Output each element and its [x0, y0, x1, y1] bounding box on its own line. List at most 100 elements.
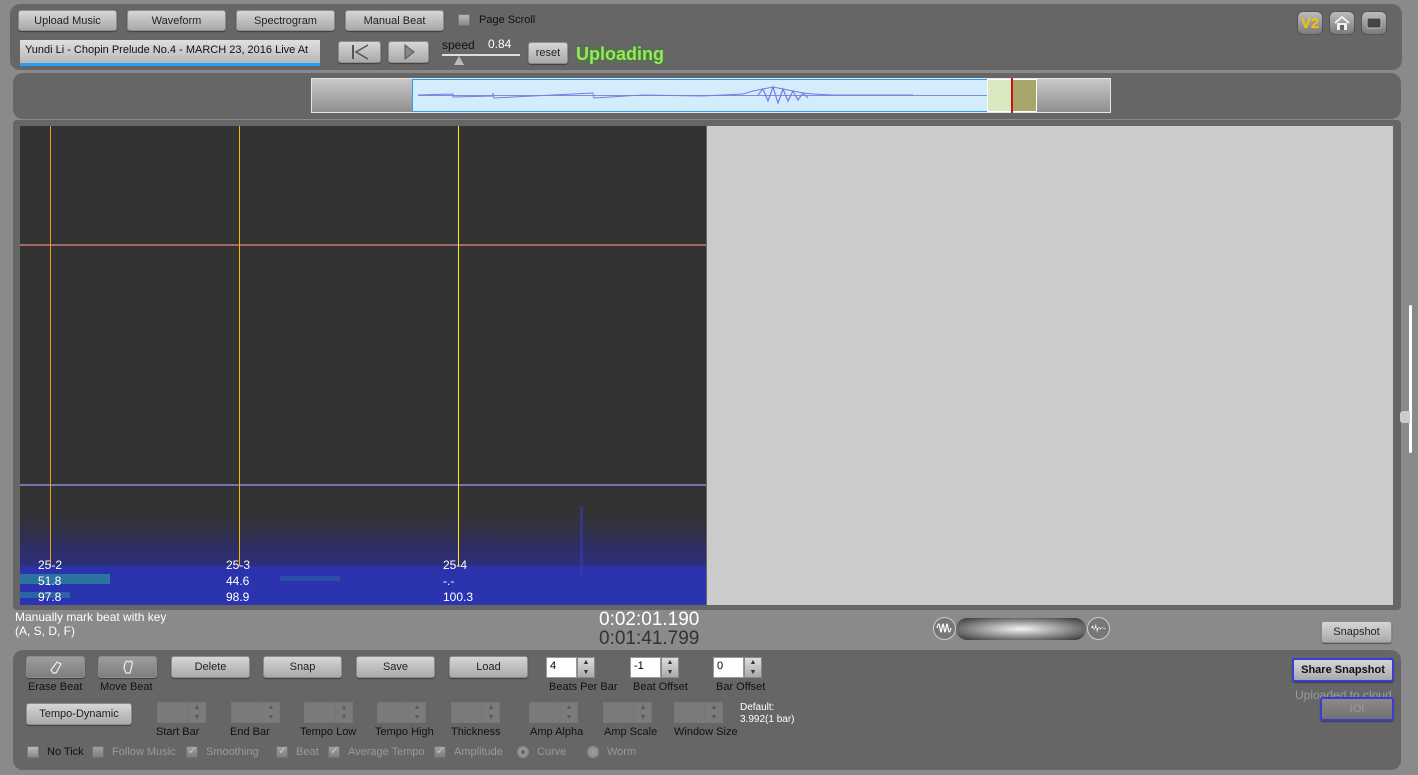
page-scroll-checkbox[interactable]: [458, 14, 470, 26]
waveform-button[interactable]: Waveform: [127, 10, 226, 31]
bar-offset-arrows[interactable]: ▲ ▼: [744, 657, 762, 678]
tempo-low-arrows[interactable]: ▲ ▼: [335, 702, 353, 723]
overview-waveform[interactable]: [311, 78, 1111, 113]
default-label: Default:: [740, 702, 775, 713]
start-bar-arrows[interactable]: ▲ ▼: [188, 702, 206, 723]
waveform-mode-icon[interactable]: [933, 617, 956, 640]
amp-scale-input[interactable]: [603, 702, 634, 723]
amp-alpha-label: Amp Alpha: [530, 726, 584, 738]
tempo-high-input[interactable]: [377, 702, 408, 723]
beats-per-bar-arrows[interactable]: ▲ ▼: [577, 657, 595, 678]
view-mix-slider[interactable]: [933, 617, 1111, 641]
end-bar-input[interactable]: [231, 702, 262, 723]
thickness-input[interactable]: [451, 702, 482, 723]
spectrogram-view[interactable]: 25-2 51.8 97.8 25-3 44.6 98.9 25-4 -.- 1…: [20, 126, 706, 605]
tempo-dynamic-button[interactable]: Tempo-Dynamic: [26, 703, 132, 725]
home-button[interactable]: [1329, 11, 1355, 35]
track-title-field[interactable]: Yundi Li - Chopin Prelude No.4 - MARCH 2…: [20, 40, 320, 66]
beat-info-label: 25-2 51.8 97.8: [38, 557, 62, 605]
speed-slider-thumb[interactable]: [454, 56, 464, 65]
page-scrollbar[interactable]: [1409, 305, 1412, 453]
share-snapshot-button[interactable]: Share Snapshot: [1292, 658, 1394, 682]
average-tempo-label: Average Tempo: [348, 746, 425, 758]
rewind-to-start-button[interactable]: [338, 41, 381, 63]
beat-marker-line[interactable]: [50, 126, 51, 566]
beat-id: 25-3: [226, 558, 251, 572]
worm-radio[interactable]: [587, 746, 599, 758]
beat-marker-line[interactable]: [239, 126, 240, 566]
amp-scale-stepper[interactable]: ▲ ▼: [603, 702, 652, 723]
window-size-stepper[interactable]: ▲ ▼: [674, 702, 723, 723]
spectrum-mode-icon[interactable]: [1087, 617, 1110, 640]
overview-loop-region-b[interactable]: [1012, 79, 1037, 112]
follow-music-checkbox[interactable]: [92, 746, 104, 758]
bar-offset-input[interactable]: 0: [713, 657, 744, 678]
beats-per-bar-stepper[interactable]: 4 ▲ ▼: [546, 657, 595, 678]
window-size-label: Window Size: [674, 726, 738, 738]
beat-marker-line[interactable]: [458, 126, 459, 566]
tempo-low-stepper[interactable]: ▲ ▼: [304, 702, 353, 723]
overview-visible-window[interactable]: [412, 79, 988, 112]
end-bar-label: End Bar: [230, 726, 270, 738]
manual-beat-button[interactable]: Manual Beat: [345, 10, 444, 31]
page-scroll-label: Page Scroll: [479, 14, 536, 26]
average-tempo-checkbox[interactable]: [328, 744, 340, 758]
skip-back-icon: [351, 44, 368, 60]
window-size-arrows[interactable]: ▲ ▼: [705, 702, 723, 723]
delete-button[interactable]: Delete: [171, 656, 250, 678]
snapshot-button[interactable]: Snapshot: [1321, 621, 1392, 643]
thickness-stepper[interactable]: ▲ ▼: [451, 702, 500, 723]
beats-per-bar-input[interactable]: 4: [546, 657, 577, 678]
play-button[interactable]: [388, 41, 429, 63]
amp-alpha-arrows[interactable]: ▲ ▼: [560, 702, 578, 723]
end-bar-stepper[interactable]: ▲ ▼: [231, 702, 280, 723]
tempo-high-arrows[interactable]: ▲ ▼: [408, 702, 426, 723]
no-tick-label: No Tick: [47, 746, 84, 758]
load-button[interactable]: Load: [449, 656, 528, 678]
move-beat-button[interactable]: [98, 656, 157, 678]
amp-alpha-stepper[interactable]: ▲ ▼: [529, 702, 578, 723]
version-v2-button[interactable]: V2: [1297, 11, 1323, 35]
visualization-canvas[interactable]: [707, 126, 1393, 605]
beat-offset-arrows[interactable]: ▲ ▼: [661, 657, 679, 678]
hand-icon: [122, 660, 133, 674]
speed-reset-button[interactable]: reset: [528, 42, 568, 64]
tempo-high-label: Tempo High: [375, 726, 434, 738]
end-bar-arrows[interactable]: ▲ ▼: [262, 702, 280, 723]
amplitude-label: Amplitude: [454, 746, 503, 758]
ioi-button[interactable]: IOI: [1320, 697, 1394, 721]
overview-loop-region-a[interactable]: [987, 79, 1012, 112]
beat-offset-stepper[interactable]: -1 ▲ ▼: [630, 657, 679, 678]
spectrogram-button[interactable]: Spectrogram: [236, 10, 335, 31]
home-icon: [1334, 15, 1350, 30]
erase-beat-button[interactable]: [26, 656, 85, 678]
page-scrollbar-thumb[interactable]: [1400, 411, 1410, 423]
beat-offset-input[interactable]: -1: [630, 657, 661, 678]
move-beat-label: Move Beat: [100, 681, 153, 693]
upload-music-button[interactable]: Upload Music: [18, 10, 117, 31]
start-bar-input[interactable]: [157, 702, 188, 723]
start-bar-stepper[interactable]: ▲ ▼: [157, 702, 206, 723]
amplitude-checkbox[interactable]: [434, 744, 446, 758]
beat-checkbox[interactable]: [276, 744, 288, 758]
save-button[interactable]: Save: [356, 656, 435, 678]
curve-radio[interactable]: [517, 746, 529, 758]
controls-panel: Erase Beat Move Beat Delete Snap Save Lo…: [13, 650, 1401, 770]
amp-alpha-input[interactable]: [529, 702, 560, 723]
thickness-arrows[interactable]: ▲ ▼: [482, 702, 500, 723]
play-icon: [404, 44, 415, 60]
bar-offset-stepper[interactable]: 0 ▲ ▼: [713, 657, 762, 678]
amp-scale-label: Amp Scale: [604, 726, 658, 738]
tempo-low-input[interactable]: [304, 702, 335, 723]
follow-music-label: Follow Music: [112, 746, 176, 758]
tempo-high-stepper[interactable]: ▲ ▼: [377, 702, 426, 723]
amp-scale-arrows[interactable]: ▲ ▼: [634, 702, 652, 723]
speed-slider[interactable]: [442, 53, 520, 67]
no-tick-checkbox[interactable]: [27, 746, 39, 758]
snap-button[interactable]: Snap: [263, 656, 342, 678]
smoothing-checkbox[interactable]: [186, 744, 198, 758]
view-mix-track[interactable]: [956, 618, 1086, 640]
window-size-input[interactable]: [674, 702, 705, 723]
overview-playhead[interactable]: [1011, 78, 1013, 113]
fullscreen-button[interactable]: [1361, 11, 1387, 35]
